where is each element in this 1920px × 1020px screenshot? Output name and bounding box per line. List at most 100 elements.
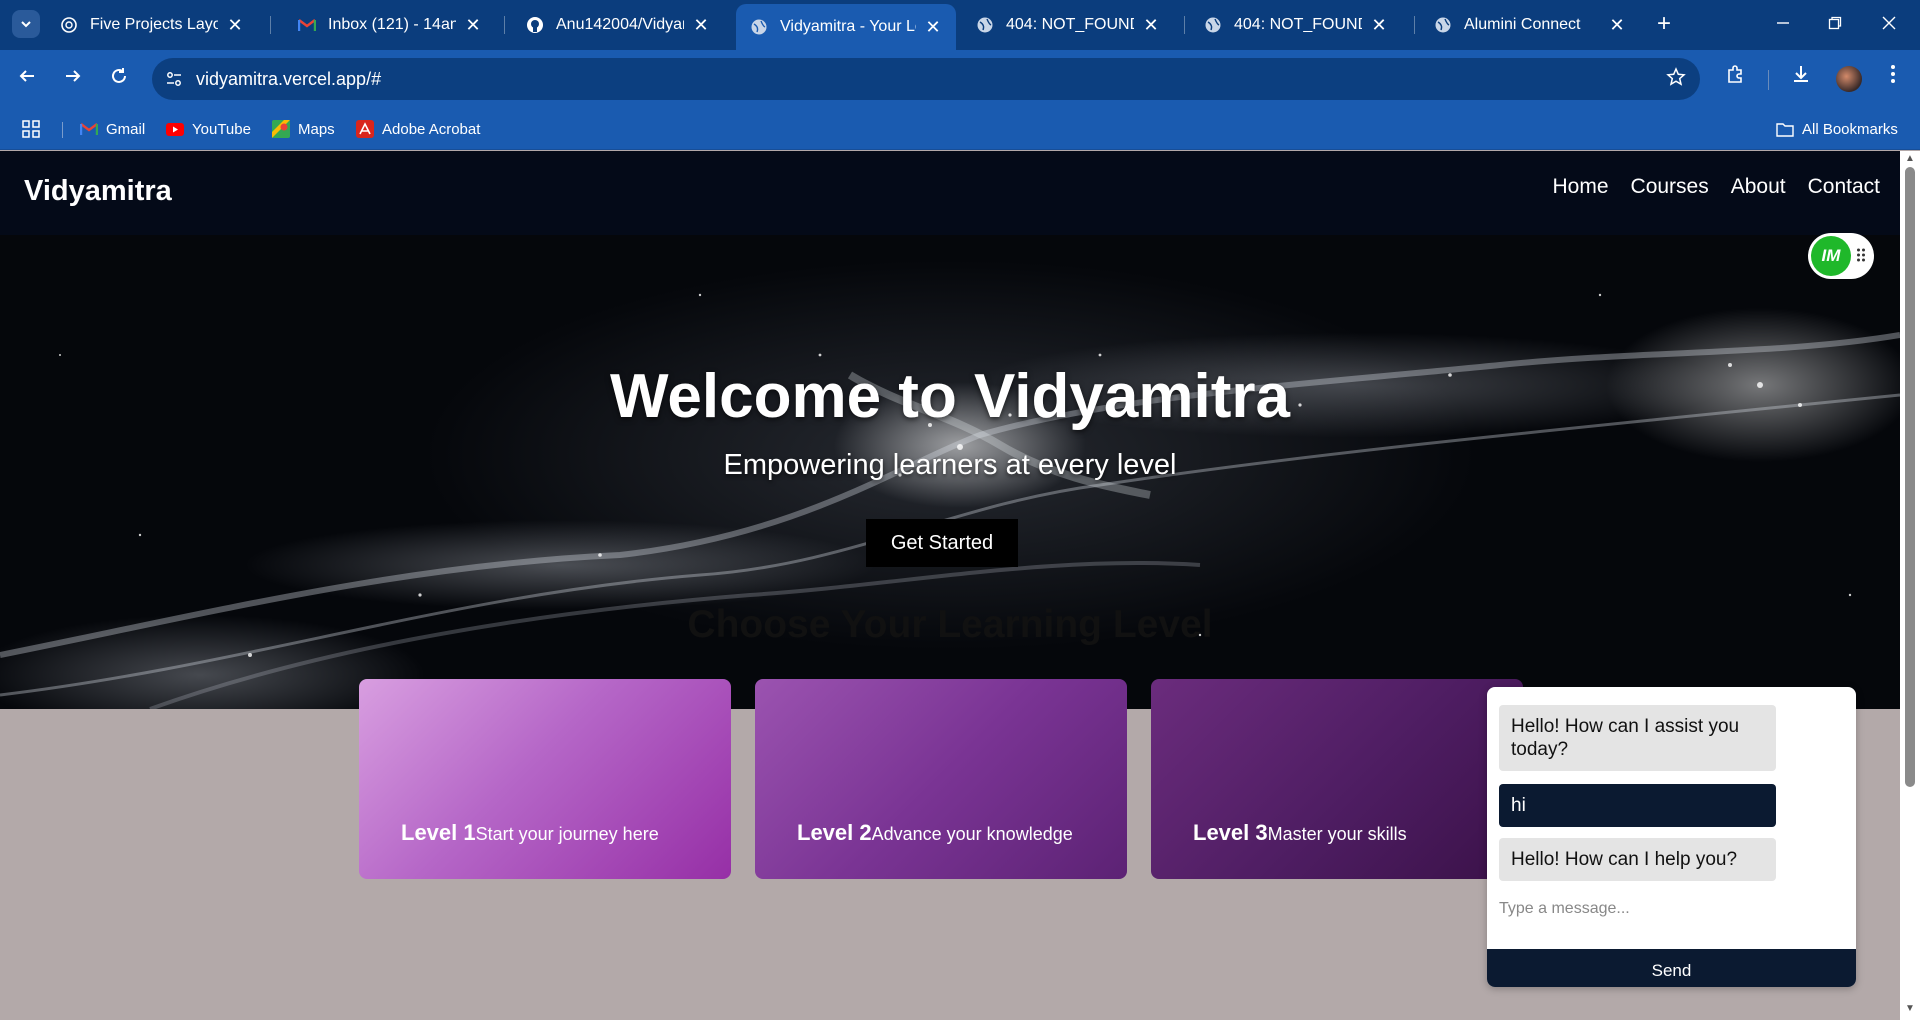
tab-title: Alumini Connect (1464, 16, 1581, 33)
browser-toolbar: vidyamitra.vercel.app/# (0, 50, 1920, 108)
page-viewport: Vidyamitra Home Courses About Contact We… (0, 151, 1900, 1020)
address-bar[interactable]: vidyamitra.vercel.app/# (152, 58, 1700, 100)
forward-button[interactable] (58, 63, 88, 93)
hero-title: Welcome to Vidyamitra (610, 362, 1290, 431)
level-tagline: Advance your knowledge (871, 824, 1073, 844)
close-icon[interactable]: ✕ (1142, 15, 1160, 36)
all-bookmarks-label: All Bookmarks (1802, 120, 1898, 138)
gmail-icon (80, 120, 98, 138)
site-info-icon[interactable] (164, 69, 184, 89)
close-icon[interactable]: ✕ (1608, 15, 1626, 36)
bookmark-label: Adobe Acrobat (382, 120, 481, 138)
site-navbar: Vidyamitra Home Courses About Contact (0, 151, 1900, 235)
level-card-label: Level 3Master your skills (1193, 820, 1407, 846)
site-brand[interactable]: Vidyamitra (24, 175, 172, 208)
tab-404-b[interactable]: 404: NOT_FOUND ✕ (1190, 6, 1402, 44)
scroll-down-icon[interactable]: ▼ (1904, 1003, 1916, 1014)
close-icon[interactable]: ✕ (924, 17, 942, 38)
tab-title: Inbox (121) - 14anany (328, 16, 456, 33)
globe-icon (1204, 16, 1222, 34)
chat-message-user: hi (1499, 784, 1776, 827)
reload-icon (112, 68, 126, 83)
tab-title: Five Projects Layout U (90, 16, 218, 33)
more-menu-icon[interactable] (1878, 63, 1908, 93)
level-tagline: Master your skills (1267, 824, 1407, 844)
get-started-button[interactable]: Get Started (866, 519, 1018, 567)
tab-gmail-inbox[interactable]: Inbox (121) - 14anany ✕ (284, 6, 496, 44)
page-scrollbar[interactable]: ▲ ▼ (1900, 151, 1920, 1020)
extensions-icon[interactable] (1720, 63, 1750, 93)
bookmark-adobe-acrobat[interactable]: Adobe Acrobat (356, 118, 480, 140)
bookmark-gmail[interactable]: Gmail (80, 118, 145, 140)
youtube-icon (166, 120, 184, 138)
nav-home[interactable]: Home (1553, 175, 1609, 199)
level-name: Level 1 (401, 820, 476, 845)
download-icon[interactable] (1786, 63, 1816, 93)
tab-divider (504, 16, 505, 34)
tab-five-projects[interactable]: Five Projects Layout U ✕ (46, 6, 258, 44)
back-button[interactable] (12, 63, 42, 93)
level-card-1[interactable]: Level 1Start your journey here (359, 679, 731, 879)
level-card-2[interactable]: Level 2Advance your knowledge (755, 679, 1127, 879)
tab-title: Vidyamitra - Your Lea (780, 18, 916, 35)
bookmark-label: Maps (298, 120, 335, 138)
minimize-icon[interactable] (1768, 10, 1798, 38)
reload-button[interactable] (104, 63, 134, 93)
level-name: Level 2 (797, 820, 872, 845)
tab-github[interactable]: Anu142004/Vidyamitr ✕ (512, 6, 724, 44)
chat-message-input[interactable] (1499, 894, 1839, 924)
tab-404-a[interactable]: 404: NOT_FOUND ✕ (962, 6, 1174, 44)
tab-alumini-connect[interactable]: Alumini Connect ✕ (1420, 6, 1640, 44)
close-icon[interactable]: ✕ (692, 15, 710, 36)
tab-title: Anu142004/Vidyamitr (556, 16, 684, 33)
scroll-up-icon[interactable]: ▲ (1904, 153, 1916, 164)
level-card-3[interactable]: Level 3Master your skills (1151, 679, 1523, 879)
browser-tab-strip: Five Projects Layout U ✕ Inbox (121) - 1… (0, 0, 1920, 50)
toolbar-divider (1768, 70, 1769, 90)
openai-icon (60, 16, 78, 34)
scrollbar-thumb[interactable] (1905, 167, 1915, 787)
bookmark-star-icon[interactable] (1666, 67, 1686, 93)
site-nav-links: Home Courses About Contact (1553, 175, 1881, 199)
profile-avatar[interactable] (1836, 66, 1862, 92)
level-tagline: Start your journey here (475, 824, 659, 844)
chat-message-bot: Hello! How can I assist you today? (1499, 705, 1776, 771)
bookmark-youtube[interactable]: YouTube (166, 118, 251, 140)
level-name: Level 3 (1193, 820, 1268, 845)
tab-search-button[interactable] (12, 10, 40, 38)
chevron-down-icon (21, 21, 31, 28)
globe-icon (976, 16, 994, 34)
nav-about[interactable]: About (1731, 175, 1786, 199)
apps-icon[interactable] (22, 118, 40, 140)
chat-widget: Hello! How can I assist you today? hi He… (1487, 687, 1856, 987)
close-icon[interactable]: ✕ (226, 15, 244, 36)
new-tab-button[interactable]: + (1652, 10, 1676, 38)
drag-handle-icon[interactable] (1856, 247, 1866, 263)
level-card-label: Level 2Advance your knowledge (797, 820, 1073, 846)
close-icon[interactable]: ✕ (1370, 15, 1388, 36)
all-bookmarks[interactable]: All Bookmarks (1776, 118, 1898, 140)
bookmarks-bar: Gmail YouTube Maps Adobe Acrobat All Boo… (0, 108, 1920, 150)
restore-icon[interactable] (1820, 10, 1850, 38)
gmail-icon (298, 16, 316, 34)
tab-title: 404: NOT_FOUND (1006, 16, 1134, 33)
nav-courses[interactable]: Courses (1631, 175, 1709, 199)
tab-divider (1184, 16, 1185, 34)
tab-divider (1414, 16, 1415, 34)
floating-im-badge[interactable]: IM (1808, 233, 1874, 279)
close-icon[interactable]: ✕ (464, 15, 482, 36)
im-logo-icon: IM (1811, 236, 1851, 276)
globe-icon (750, 18, 768, 36)
nav-contact[interactable]: Contact (1808, 175, 1880, 199)
arrow-right-icon (66, 70, 81, 82)
chat-message-bot: Hello! How can I help you? (1499, 838, 1776, 881)
folder-icon (1776, 120, 1794, 138)
globe-icon (1434, 16, 1452, 34)
tab-vidyamitra[interactable]: Vidyamitra - Your Lea ✕ (736, 4, 956, 50)
level-card-label: Level 1Start your journey here (401, 820, 659, 846)
bookmark-label: Gmail (106, 120, 146, 138)
close-window-icon[interactable] (1874, 10, 1904, 38)
chat-send-button[interactable]: Send (1487, 949, 1856, 987)
bookmark-maps[interactable]: Maps (272, 118, 335, 140)
tab-divider (270, 16, 271, 34)
